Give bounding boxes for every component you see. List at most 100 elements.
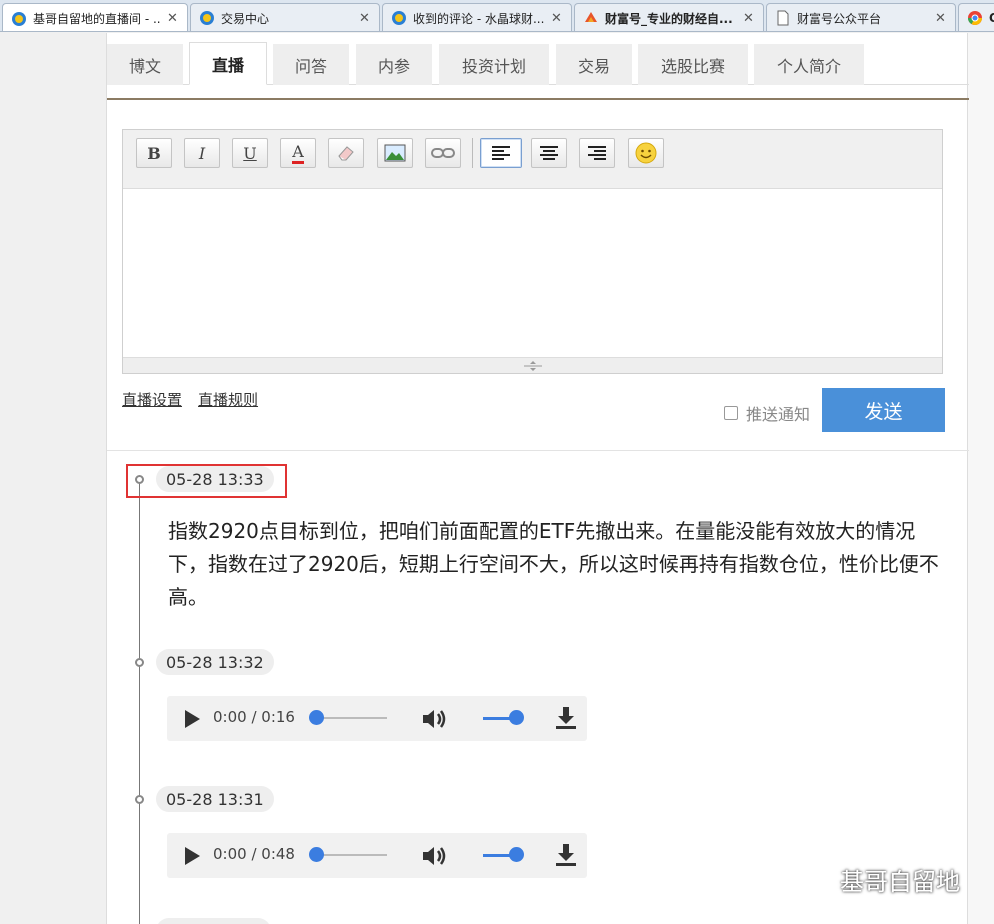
right-margin bbox=[968, 33, 994, 924]
volume-thumb[interactable] bbox=[509, 710, 524, 725]
link-icon bbox=[431, 148, 455, 158]
wechat-icon bbox=[795, 865, 832, 892]
highlight-box bbox=[126, 464, 287, 498]
left-margin bbox=[0, 33, 106, 924]
browser-tab-title: 基哥自留地的直播间 - ... bbox=[33, 12, 161, 26]
page-content: 博文 直播 问答 内参 投资计划 交易 选股比赛 个人简介 B I U A 直播… bbox=[106, 33, 969, 924]
ie-icon bbox=[11, 11, 27, 27]
insert-image-button[interactable] bbox=[377, 138, 413, 168]
volume-thumb[interactable] bbox=[509, 847, 524, 862]
browser-tab-title: Q bbox=[989, 11, 994, 25]
browser-tab-5[interactable]: 财富号公众平台 ✕ bbox=[766, 3, 956, 31]
chrome-icon bbox=[967, 10, 983, 26]
italic-icon: I bbox=[198, 143, 206, 163]
bold-button[interactable]: B bbox=[136, 138, 172, 168]
tab-profile[interactable]: 个人简介 bbox=[754, 44, 864, 85]
audio-progress-track[interactable] bbox=[317, 717, 387, 719]
close-icon[interactable]: ✕ bbox=[935, 11, 947, 26]
rich-text-editor: B I U A bbox=[122, 129, 943, 374]
play-icon[interactable] bbox=[185, 847, 200, 865]
section-divider bbox=[107, 450, 969, 451]
align-left-button[interactable] bbox=[480, 138, 522, 168]
close-icon[interactable]: ✕ bbox=[551, 11, 563, 26]
close-icon[interactable]: ✕ bbox=[167, 11, 179, 26]
push-checkbox[interactable] bbox=[724, 406, 738, 420]
watermark-text: 基哥自留地 bbox=[840, 868, 960, 896]
tab-stock-contest[interactable]: 选股比赛 bbox=[638, 44, 748, 85]
tab-trade[interactable]: 交易 bbox=[556, 44, 632, 85]
tab-qa[interactable]: 问答 bbox=[273, 44, 349, 85]
audio-progress-thumb[interactable] bbox=[309, 847, 324, 862]
editor-resize-handle[interactable] bbox=[123, 357, 942, 373]
eraser-button[interactable] bbox=[328, 138, 364, 168]
browser-tab-3[interactable]: 收到的评论 - 水晶球财... ✕ bbox=[382, 3, 572, 31]
audio-progress-track[interactable] bbox=[317, 854, 387, 856]
download-icon[interactable] bbox=[555, 706, 577, 730]
push-label: 推送通知 bbox=[746, 405, 811, 424]
emoji-button[interactable] bbox=[628, 138, 664, 168]
send-button[interactable]: 发送 bbox=[822, 388, 945, 432]
underline-button[interactable]: U bbox=[232, 138, 268, 168]
insert-link-button[interactable] bbox=[425, 138, 461, 168]
browser-tab-title: 交易中心 bbox=[221, 11, 270, 26]
nav-underline bbox=[107, 98, 969, 100]
ie-icon bbox=[199, 10, 215, 26]
audio-time: 0:00 / 0:16 bbox=[213, 708, 295, 726]
browser-tab-1[interactable]: 基哥自留地的直播间 - ... ✕ bbox=[2, 3, 188, 31]
timeline-line bbox=[139, 481, 140, 924]
align-center-icon bbox=[540, 146, 558, 160]
editor-toolbar: B I U A bbox=[123, 130, 942, 189]
live-settings-link[interactable]: 直播设置 bbox=[122, 391, 182, 409]
live-rules-link[interactable]: 直播规则 bbox=[198, 391, 258, 409]
bold-icon: B bbox=[147, 143, 161, 163]
audio-player: 0:00 / 0:48 bbox=[167, 833, 587, 878]
italic-button[interactable]: I bbox=[184, 138, 220, 168]
tab-blog[interactable]: 博文 bbox=[107, 44, 183, 85]
download-icon[interactable] bbox=[555, 843, 577, 867]
image-icon bbox=[384, 144, 406, 162]
post-time: 05-28 13:31 bbox=[156, 786, 274, 812]
eraser-icon bbox=[338, 146, 354, 161]
browser-tab-title: 收到的评论 - 水晶球财... bbox=[413, 11, 545, 26]
align-right-icon bbox=[588, 146, 606, 160]
browser-tab-title: 财富号公众平台 bbox=[797, 11, 882, 26]
browser-tab-2[interactable]: 交易中心 ✕ bbox=[190, 3, 380, 31]
align-center-button[interactable] bbox=[531, 138, 567, 168]
browser-tab-6[interactable]: Q bbox=[958, 3, 994, 31]
browser-tab-4[interactable]: 财富号_专业的财经自... ✕ bbox=[574, 3, 764, 31]
tab-live[interactable]: 直播 bbox=[189, 42, 267, 85]
tab-insider[interactable]: 内参 bbox=[356, 44, 432, 85]
ie-icon bbox=[391, 10, 407, 26]
volume-icon[interactable] bbox=[421, 844, 449, 868]
push-notification[interactable]: 推送通知 bbox=[724, 401, 810, 425]
watermark: 基哥自留地 bbox=[794, 862, 960, 897]
toolbar-separator bbox=[472, 138, 473, 168]
align-left-icon bbox=[492, 146, 510, 160]
audio-time: 0:00 / 0:48 bbox=[213, 845, 295, 863]
resize-grip-icon bbox=[523, 360, 542, 371]
page-icon bbox=[775, 10, 791, 26]
font-color-icon: A bbox=[292, 142, 304, 164]
tab-investment-plan[interactable]: 投资计划 bbox=[439, 44, 549, 85]
close-icon[interactable]: ✕ bbox=[359, 11, 371, 26]
post-text: 指数2920点目标到位，把咱们前面配置的ETF先撤出来。在量能没能有效放大的情况… bbox=[168, 519, 939, 609]
live-links: 直播设置 直播规则 bbox=[122, 389, 274, 410]
align-right-button[interactable] bbox=[579, 138, 615, 168]
audio-progress-thumb[interactable] bbox=[309, 710, 324, 725]
play-icon[interactable] bbox=[185, 710, 200, 728]
caifuhao-icon bbox=[583, 10, 599, 26]
underline-icon: U bbox=[243, 143, 257, 163]
post-time-partial bbox=[156, 918, 271, 924]
font-color-button[interactable]: A bbox=[280, 138, 316, 168]
editor-text-area[interactable] bbox=[123, 190, 942, 358]
timeline-dot bbox=[135, 795, 144, 804]
browser-tab-strip: 基哥自留地的直播间 - ... ✕ 交易中心 ✕ 收到的评论 - 水晶球财...… bbox=[0, 0, 994, 32]
smiley-icon bbox=[635, 142, 657, 164]
close-icon[interactable]: ✕ bbox=[743, 11, 755, 26]
audio-player: 0:00 / 0:16 bbox=[167, 696, 587, 741]
browser-tab-title: 财富号_专业的财经自... bbox=[605, 11, 733, 26]
nav-tabs: 博文 直播 问答 内参 投资计划 交易 选股比赛 个人简介 bbox=[107, 41, 969, 85]
timeline-dot bbox=[135, 658, 144, 667]
post-time: 05-28 13:32 bbox=[156, 649, 274, 675]
volume-icon[interactable] bbox=[421, 707, 449, 731]
